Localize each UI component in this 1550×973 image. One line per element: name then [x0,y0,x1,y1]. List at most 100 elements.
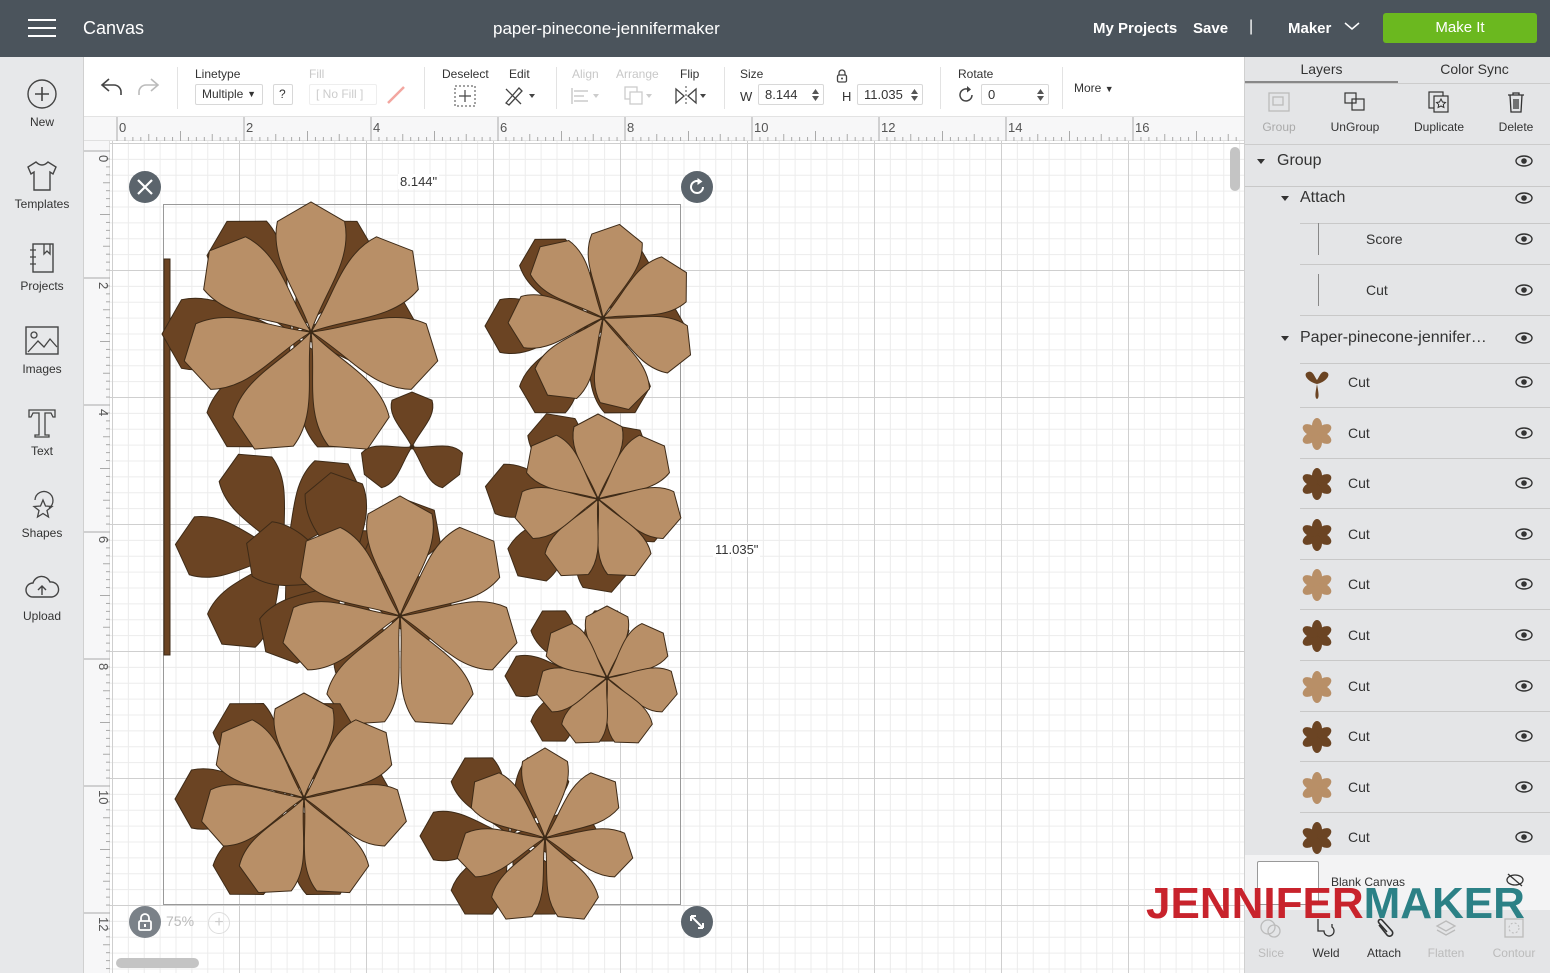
height-input[interactable]: 11.035 [857,84,923,105]
nav-new[interactable]: New [0,77,84,129]
eye-icon[interactable] [1515,426,1533,439]
ungroup-button[interactable]: UnGroup [1317,88,1393,134]
delete-button[interactable]: Delete [1478,88,1550,134]
eye-icon[interactable] [1515,831,1533,844]
flip-icon[interactable] [673,85,709,107]
redo-icon[interactable] [136,75,160,97]
layer-cut[interactable]: Cut [1300,662,1550,712]
eye-icon[interactable] [1515,781,1533,793]
layer-cut[interactable]: Cut [1300,459,1550,510]
vertical-scrollbar[interactable] [1230,147,1240,191]
eye-icon[interactable] [1515,284,1533,296]
eye-icon[interactable] [1515,192,1533,204]
artwork[interactable] [110,141,1244,973]
group-button[interactable]: Group [1241,88,1317,134]
delete-selection-handle[interactable] [129,171,161,203]
eye-icon[interactable] [1515,233,1533,245]
duplicate-button[interactable]: Duplicate [1401,88,1477,134]
ruler-label: 6 [96,536,110,543]
ruler-label: 4 [373,120,380,135]
eye-icon[interactable] [1515,730,1533,742]
trash-icon [1508,92,1524,113]
lock-icon[interactable] [836,69,848,83]
lock-proportions-handle[interactable] [129,906,161,938]
watermark-part2: MAKER [1363,879,1525,928]
arrange-icon[interactable] [622,84,656,108]
layer-cut[interactable]: Cut [1300,611,1550,661]
edit-label: Edit [509,67,530,81]
divider [1062,67,1063,109]
chevron-down-icon[interactable] [1344,20,1360,32]
layer-cut[interactable]: Cut [1300,712,1550,763]
score-strip[interactable] [163,258,171,656]
stepper-icon[interactable] [911,88,918,102]
zoom-in-button[interactable]: + [208,912,230,934]
flip-label: Flip [680,67,700,81]
rotate-input[interactable]: 0 [981,84,1049,105]
ruler-label: 6 [500,120,507,135]
layer-cut[interactable]: Cut [1300,560,1550,611]
layer-label: Group [1277,152,1322,169]
horizontal-scrollbar[interactable] [116,958,199,968]
design-canvas[interactable]: 8.144" 11.035" 75% + [110,141,1244,973]
nav-projects[interactable]: Projects [0,241,84,293]
undo-icon[interactable] [100,75,124,97]
deselect-icon[interactable] [453,84,477,108]
nav-images[interactable]: Images [0,324,84,376]
nav-label: New [29,115,54,129]
layer-cut[interactable]: Cut [1300,763,1550,813]
make-it-button[interactable]: Make It [1383,13,1537,43]
nav-label: Text [30,444,53,458]
eye-icon[interactable] [1515,332,1533,344]
layer-cut[interactable]: Cut [1300,409,1550,459]
collapse-caret-icon[interactable] [1281,336,1289,341]
arrange-label: Arrange [616,67,659,81]
eye-icon[interactable] [1515,155,1533,167]
divider [424,67,425,109]
nav-text[interactable]: Text [0,406,84,458]
eye-icon[interactable] [1515,376,1533,388]
nav-shapes[interactable]: Shapes [0,488,84,540]
nav-templates[interactable]: Templates [0,159,84,211]
layer-score[interactable]: Score [1300,215,1550,265]
linetype-help-button[interactable]: ? [273,84,293,105]
layer-label: Attach [1300,189,1346,206]
height-value: 11.035 [864,87,903,102]
eye-icon[interactable] [1515,578,1533,591]
shapes-icon [32,490,54,519]
layer-label: Cut [1348,424,1370,441]
resize-handle[interactable] [681,906,713,938]
layer-cut[interactable]: Cut [1300,266,1550,316]
eye-icon[interactable] [1515,679,1533,692]
machine-select[interactable]: Maker [1288,20,1331,37]
layer-image-group[interactable]: Paper-pinecone-jennifer… [1281,314,1550,364]
eye-icon[interactable] [1515,528,1533,540]
eye-icon[interactable] [1515,477,1533,489]
fill-select[interactable]: [ No Fill ] [309,84,377,105]
more-button[interactable]: More ▼ [1074,81,1114,95]
layer-label: Cut [1348,728,1370,745]
eye-icon[interactable] [1515,629,1533,641]
layer-cut[interactable]: Cut [1300,510,1550,560]
edit-tools-icon[interactable] [503,84,537,108]
stepper-icon[interactable] [812,88,819,102]
layer-cut[interactable]: Cut [1300,358,1550,408]
align-icon[interactable] [570,86,602,106]
nav-label: Shapes [21,526,63,540]
my-projects-link[interactable]: My Projects [1093,20,1177,37]
collapse-caret-icon[interactable] [1281,196,1289,201]
linetype-select[interactable]: Multiple ▼ [195,84,263,105]
save-button[interactable]: Save [1193,20,1228,37]
fill-color-swatch-icon[interactable] [384,83,408,107]
rotate-icon [690,178,704,194]
tab-layers[interactable]: Layers [1245,57,1398,83]
tshirt-icon [27,161,57,191]
stepper-icon[interactable] [1037,88,1044,102]
rotate-handle[interactable] [681,171,713,203]
menu-icon[interactable] [28,19,56,39]
nav-upload[interactable]: Upload [0,571,84,623]
collapse-caret-icon[interactable] [1257,159,1265,164]
tab-color-sync[interactable]: Color Sync [1398,57,1550,83]
width-input[interactable]: 8.144 [758,84,824,105]
rotate-label: Rotate [958,67,994,81]
